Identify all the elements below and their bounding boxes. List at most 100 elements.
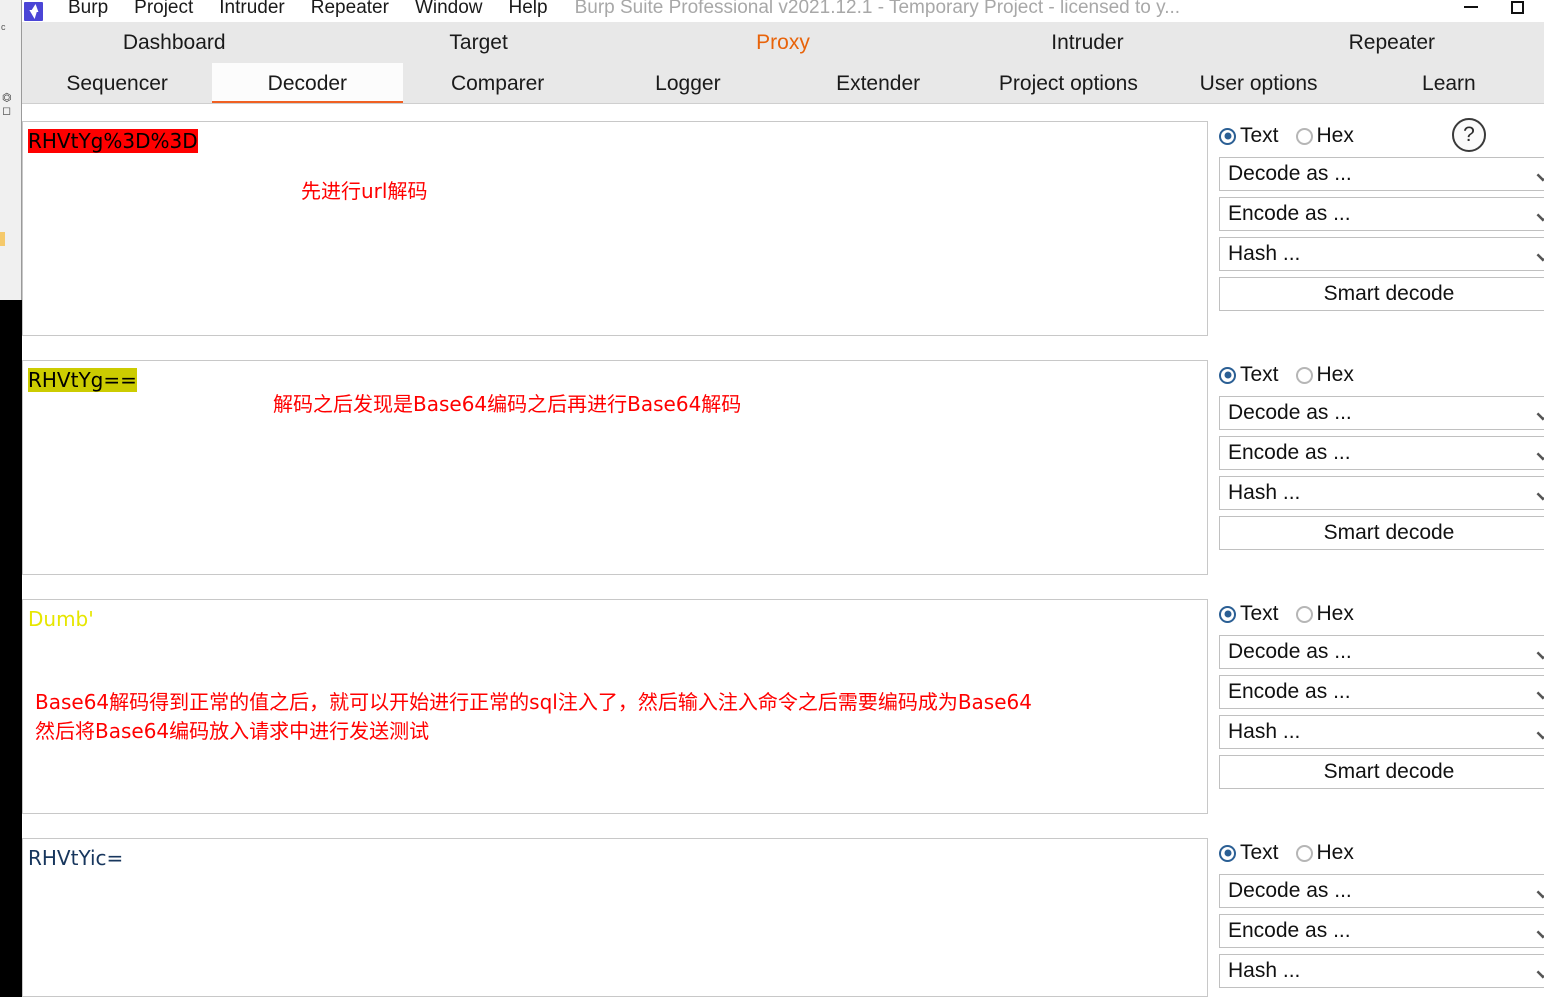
maximize-icon (1510, 0, 1524, 14)
hash-label-4: Hash ... (1228, 959, 1301, 982)
hash-dropdown-2[interactable]: Hash ... (1219, 476, 1544, 510)
background-window-panel: c ⏣ ◻ (0, 0, 22, 300)
decoder-value-1: RHVtYg%3D%3D (28, 129, 198, 153)
tab-learn[interactable]: Learn (1354, 63, 1544, 103)
radio-hex-label-1: Hex (1316, 124, 1354, 147)
menu-bar: Burp Project Intruder Repeater Window He… (22, 0, 1544, 22)
decoder-textarea-4[interactable]: RHVtYic= (22, 838, 1208, 997)
burp-logo-icon (24, 1, 43, 21)
format-radio-group-3: Text Hex (1219, 599, 1544, 629)
hash-label-2: Hash ... (1228, 481, 1301, 504)
menu-item-project[interactable]: Project (121, 0, 206, 19)
main-window: Burp Project Intruder Repeater Window He… (22, 0, 1544, 997)
tab-logger[interactable]: Logger (593, 63, 783, 103)
decoder-panel-1: RHVtYg%3D%3D 先进行url解码 Text Hex ? Decode … (22, 118, 1544, 336)
menu-item-repeater[interactable]: Repeater (298, 0, 402, 19)
radio-text-label-1: Text (1240, 124, 1279, 147)
radio-hex-4[interactable] (1295, 844, 1313, 862)
encode-as-dropdown-3[interactable]: Encode as ... (1219, 675, 1544, 709)
decoder-value-4: RHVtYic= (28, 846, 124, 870)
minimize-icon (1464, 6, 1478, 8)
hash-dropdown-3[interactable]: Hash ... (1219, 715, 1544, 749)
radio-hex-label-4: Hex (1316, 841, 1354, 864)
radio-text-4[interactable] (1219, 844, 1236, 862)
hash-label-3: Hash ... (1228, 720, 1301, 743)
chevron-down-icon (1539, 725, 1544, 735)
radio-text-label-4: Text (1240, 841, 1279, 864)
format-radio-group-1: Text Hex ? (1219, 118, 1544, 152)
decoder-textarea-2[interactable]: RHVtYg== 解码之后发现是Base64编码之后再进行Base64解码 (22, 360, 1208, 575)
chevron-down-icon (1539, 884, 1544, 894)
chevron-down-icon (1539, 167, 1544, 177)
tab-comparer[interactable]: Comparer (403, 63, 593, 103)
smart-decode-button-2[interactable]: Smart decode (1219, 516, 1544, 550)
menu-item-window[interactable]: Window (402, 0, 496, 19)
burp-suite-window: c ⏣ ◻ Burp Project Intruder Repeater Wind… (0, 0, 1544, 997)
encode-as-dropdown-1[interactable]: Encode as ... (1219, 197, 1544, 231)
decoder-controls-4: Text Hex Decode as ... Encode as ... Has… (1219, 838, 1544, 988)
window-controls (1448, 0, 1540, 22)
chevron-down-icon (1539, 486, 1544, 496)
hash-dropdown-4[interactable]: Hash ... (1219, 954, 1544, 988)
hash-label-1: Hash ... (1228, 242, 1301, 265)
smart-decode-button-3[interactable]: Smart decode (1219, 755, 1544, 789)
tab-intruder[interactable]: Intruder (935, 22, 1239, 63)
decoder-workspace: RHVtYg%3D%3D 先进行url解码 Text Hex ? Decode … (22, 104, 1544, 997)
menu-item-intruder[interactable]: Intruder (206, 0, 297, 19)
radio-text-3[interactable] (1219, 605, 1236, 623)
radio-text-2[interactable] (1219, 366, 1236, 384)
radio-hex-2[interactable] (1295, 366, 1313, 384)
tab-sequencer[interactable]: Sequencer (22, 63, 212, 103)
decoder-controls-3: Text Hex Decode as ... Encode as ... Has… (1219, 599, 1544, 789)
tab-target[interactable]: Target (326, 22, 630, 63)
chevron-down-icon (1539, 645, 1544, 655)
tab-project-options[interactable]: Project options (973, 63, 1163, 103)
encode-as-label-4: Encode as ... (1228, 919, 1351, 942)
chevron-down-icon (1539, 207, 1544, 217)
radio-text-1[interactable] (1219, 127, 1236, 145)
decoder-controls-1: Text Hex ? Decode as ... Encode as ... H… (1219, 118, 1544, 311)
format-radio-group-2: Text Hex (1219, 360, 1544, 390)
decode-as-dropdown-1[interactable]: Decode as ... (1219, 157, 1544, 191)
decode-as-dropdown-3[interactable]: Decode as ... (1219, 635, 1544, 669)
tab-extender[interactable]: Extender (783, 63, 973, 103)
chevron-down-icon (1539, 685, 1544, 695)
tab-dashboard[interactable]: Dashboard (22, 22, 326, 63)
tab-decoder[interactable]: Decoder (212, 63, 403, 103)
chevron-down-icon (1539, 406, 1544, 416)
radio-hex-3[interactable] (1295, 605, 1313, 623)
hash-dropdown-1[interactable]: Hash ... (1219, 237, 1544, 271)
decoder-textarea-3[interactable]: Dumb' Base64解码得到正常的值之后，就可以开始进行正常的sql注入了，… (22, 599, 1208, 814)
encode-as-dropdown-2[interactable]: Encode as ... (1219, 436, 1544, 470)
decoder-panel-3: Dumb' Base64解码得到正常的值之后，就可以开始进行正常的sql注入了，… (22, 599, 1544, 814)
decode-as-dropdown-4[interactable]: Decode as ... (1219, 874, 1544, 908)
window-title: Burp Suite Professional v2021.12.1 - Tem… (574, 0, 1181, 18)
minimize-button[interactable] (1448, 0, 1494, 18)
radio-hex-1[interactable] (1295, 127, 1313, 145)
tab-proxy[interactable]: Proxy (631, 22, 935, 63)
maximize-button[interactable] (1494, 0, 1540, 18)
radio-hex-label-2: Hex (1316, 363, 1354, 386)
chevron-down-icon (1539, 446, 1544, 456)
smart-decode-button-1[interactable]: Smart decode (1219, 277, 1544, 311)
help-icon[interactable]: ? (1452, 118, 1486, 152)
encode-as-dropdown-4[interactable]: Encode as ... (1219, 914, 1544, 948)
decoder-textarea-3-content: Dumb' (23, 600, 1207, 637)
background-window-strip: c ⏣ ◻ (0, 0, 22, 997)
tab-user-options[interactable]: User options (1164, 63, 1354, 103)
decode-as-label-4: Decode as ... (1228, 879, 1352, 902)
decode-as-label-2: Decode as ... (1228, 401, 1352, 424)
background-window-text: c (1, 22, 6, 32)
tab-repeater[interactable]: Repeater (1240, 22, 1544, 63)
decoder-value-2: RHVtYg== (28, 368, 137, 392)
background-window-marker (0, 232, 5, 246)
annotation-2: 解码之后发现是Base64编码之后再进行Base64解码 (273, 392, 742, 416)
decoder-controls-2: Text Hex Decode as ... Encode as ... Has… (1219, 360, 1544, 550)
background-window-icon: ⏣ ◻ (2, 92, 12, 117)
encode-as-label-2: Encode as ... (1228, 441, 1351, 464)
menu-item-help[interactable]: Help (496, 0, 561, 19)
decode-as-dropdown-2[interactable]: Decode as ... (1219, 396, 1544, 430)
decoder-textarea-1[interactable]: RHVtYg%3D%3D 先进行url解码 (22, 121, 1208, 336)
tab-row-primary: Dashboard Target Proxy Intruder Repeater (22, 22, 1544, 63)
menu-item-burp[interactable]: Burp (55, 0, 121, 19)
